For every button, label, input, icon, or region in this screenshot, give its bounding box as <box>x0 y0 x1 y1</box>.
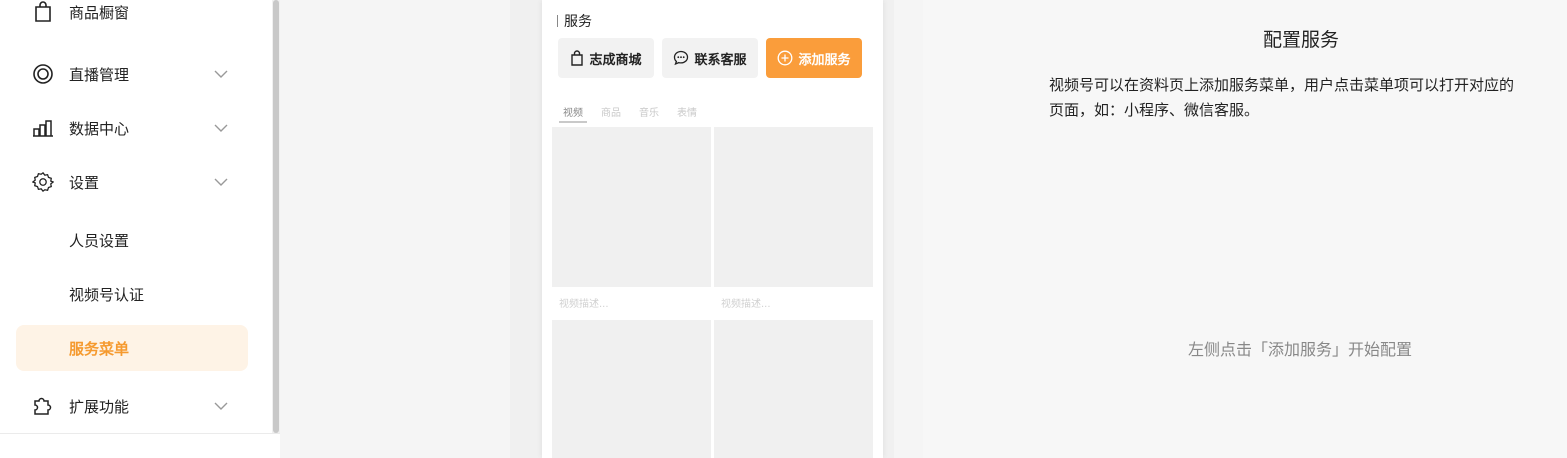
video-caption: 视频描述... <box>552 287 711 316</box>
sidebar-item-live-management[interactable]: 直播管理 <box>0 54 272 94</box>
config-description: 视频号可以在资料页上添加服务菜单，用户点击菜单项可以打开对应的页面，如：小程序、… <box>1049 76 1515 119</box>
config-empty-hint: 左侧点击「添加服务」开始配置 <box>1187 340 1412 359</box>
sidebar-item-settings[interactable]: 设置 <box>0 162 272 202</box>
sidebar-item-label: 设置 <box>69 173 100 192</box>
sidebar-item-data-center[interactable]: 数据中心 <box>0 108 272 148</box>
sidebar-item-product-window[interactable]: 商品橱窗 <box>0 0 272 32</box>
chevron-down-icon <box>212 119 230 137</box>
plus-circle-icon <box>777 50 793 66</box>
sidebar-item-service-menu[interactable]: 服务菜单 <box>0 328 272 368</box>
tab-music[interactable]: 音乐 <box>639 104 659 119</box>
sidebar-item-channel-verification[interactable]: 视频号认证 <box>0 274 272 314</box>
shopping-bag-icon <box>31 0 55 24</box>
services-section-title: 服务 <box>557 11 592 31</box>
sidebar-item-label: 数据中心 <box>69 119 130 138</box>
service-button-mall[interactable]: 志成商城 <box>558 38 654 78</box>
puzzle-icon <box>31 394 55 418</box>
sidebar-item-label: 商品橱窗 <box>69 3 130 22</box>
add-service-button[interactable]: 添加服务 <box>766 38 862 78</box>
sidebar-item-staff-settings[interactable]: 人员设置 <box>0 220 272 260</box>
service-button-contact-support[interactable]: 联系客服 <box>662 38 758 78</box>
gear-icon <box>31 170 55 194</box>
live-broadcast-icon <box>31 62 55 86</box>
sidebar-item-label: 人员设置 <box>69 231 130 250</box>
chevron-down-icon <box>212 173 230 191</box>
tab-products[interactable]: 商品 <box>601 104 621 119</box>
scrollbar-thumb[interactable] <box>273 0 279 433</box>
sidebar-item-label: 服务菜单 <box>69 339 130 358</box>
sidebar-scrollbar[interactable] <box>272 0 280 433</box>
chevron-down-icon <box>212 65 230 83</box>
sidebar-footer <box>0 433 280 458</box>
tab-videos[interactable]: 视频 <box>559 104 587 123</box>
sidebar-item-label: 扩展功能 <box>69 397 130 416</box>
sidebar-item-label: 直播管理 <box>69 65 130 84</box>
video-thumbnail[interactable] <box>714 127 873 287</box>
config-title: 配置服务 <box>1262 29 1339 51</box>
preview-tabs: 视频 商品 音乐 表情 <box>559 104 697 123</box>
video-thumbnail[interactable] <box>552 320 711 458</box>
tab-stickers[interactable]: 表情 <box>677 104 697 119</box>
sidebar: 商品橱窗 直播管理 数据中心 设置 人员设置 视频号认证 服务菜单 扩展功能 <box>0 0 272 433</box>
video-caption: 视频描述... <box>714 287 873 316</box>
video-thumbnail[interactable] <box>552 127 711 287</box>
chevron-down-icon <box>212 397 230 415</box>
shopping-bag-icon <box>570 50 584 66</box>
sidebar-item-label: 视频号认证 <box>69 285 145 304</box>
config-panel <box>923 0 1567 458</box>
video-thumbnail[interactable] <box>714 320 873 458</box>
chat-bubble-icon <box>673 50 689 66</box>
sidebar-item-extensions[interactable]: 扩展功能 <box>0 386 272 426</box>
bar-chart-icon <box>31 116 55 140</box>
